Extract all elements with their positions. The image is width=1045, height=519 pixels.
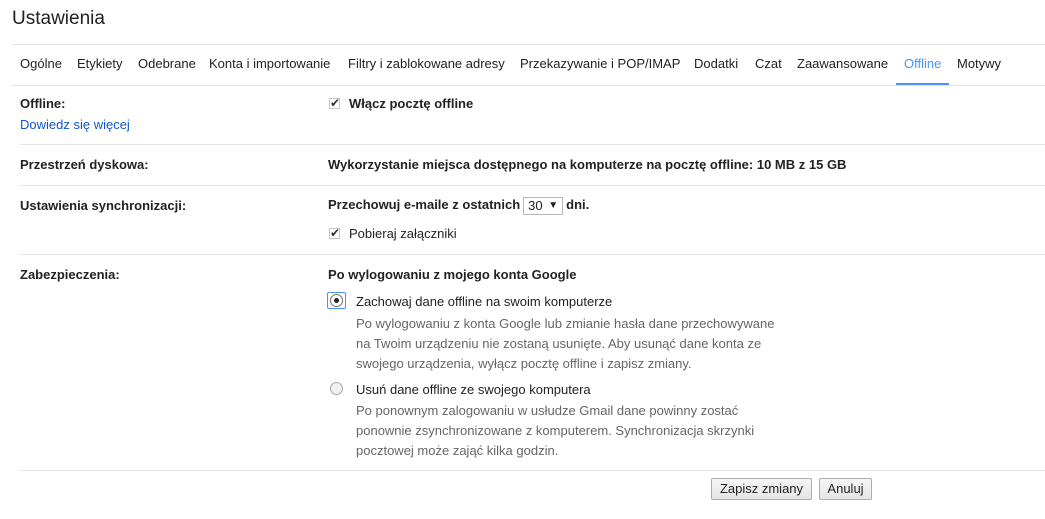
row-divider bbox=[20, 254, 1045, 255]
page-title: Ustawienia bbox=[12, 8, 105, 29]
sync-days-suffix: dni. bbox=[566, 197, 590, 212]
tab-themes[interactable]: Motywy bbox=[957, 45, 1001, 83]
tab-labels[interactable]: Etykiety bbox=[77, 45, 123, 83]
sync-days-row: Przechowuj e-maile z ostatnich 30 ▼ dni. bbox=[328, 195, 589, 215]
row-divider bbox=[20, 470, 1045, 471]
tab-offline[interactable]: Offline bbox=[896, 45, 950, 85]
remove-offline-data-radio[interactable] bbox=[330, 382, 343, 395]
description-line: Po wylogowaniu z konta Google lub zmiani… bbox=[356, 316, 775, 331]
keep-offline-data-label: Zachowaj dane offline na swoim komputerz… bbox=[356, 294, 613, 309]
security-label: Zabezpieczenia: bbox=[20, 267, 120, 282]
offline-label: Offline: bbox=[20, 96, 66, 111]
tab-general[interactable]: Ogólne bbox=[20, 45, 62, 83]
tab-addons[interactable]: Dodatki bbox=[694, 45, 738, 83]
tab-forwarding-pop-imap[interactable]: Przekazywanie i POP/IMAP bbox=[520, 45, 680, 83]
tab-accounts-import[interactable]: Konta i importowanie bbox=[209, 45, 330, 83]
keep-offline-data-description: Po wylogowaniu z konta Google lub zmiani… bbox=[356, 314, 786, 374]
attachments-checkbox[interactable]: ✔ bbox=[329, 226, 341, 240]
learn-more-link[interactable]: Dowiedz się więcej bbox=[20, 117, 130, 132]
description-line: na Twoim urządzeniu nie zostaną usunięte… bbox=[356, 336, 762, 351]
days-select[interactable]: 30 ▼ bbox=[523, 196, 564, 215]
tab-inbox[interactable]: Odebrane bbox=[138, 45, 196, 83]
row-divider bbox=[20, 185, 1045, 186]
description-line: Po ponownym zalogowaniu w usłudze Gmail … bbox=[356, 403, 739, 418]
description-line: ponownie zsynchronizowane z komputerem. … bbox=[356, 423, 755, 438]
storage-value: Wykorzystanie miejsca dostępnego na komp… bbox=[328, 157, 847, 172]
description-line: pocztowej może zająć kilka godzin. bbox=[356, 443, 559, 458]
description-line: swojego urządzenia, wyłącz pocztę offlin… bbox=[356, 356, 692, 371]
keep-offline-data-radio[interactable] bbox=[330, 294, 343, 307]
attachments-label: Pobieraj załączniki bbox=[349, 226, 457, 241]
tab-chat[interactable]: Czat bbox=[755, 45, 782, 83]
security-heading: Po wylogowaniu z mojego konta Google bbox=[328, 267, 577, 282]
checkmark-icon: ✔ bbox=[330, 226, 341, 240]
cancel-button[interactable]: Anuluj bbox=[819, 478, 872, 500]
days-select-value: 30 bbox=[528, 197, 543, 213]
remove-offline-data-label: Usuń dane offline ze swojego komputera bbox=[356, 382, 591, 397]
sync-keep-prefix: Przechowuj e-maile z ostatnich bbox=[328, 197, 521, 212]
save-button[interactable]: Zapisz zmiany bbox=[711, 478, 812, 500]
checkmark-icon: ✔ bbox=[330, 96, 341, 110]
row-divider bbox=[20, 144, 1045, 145]
storage-label: Przestrzeń dyskowa: bbox=[20, 157, 149, 172]
dropdown-arrow-icon: ▼ bbox=[548, 199, 559, 211]
sync-label: Ustawienia synchronizacji: bbox=[20, 198, 187, 213]
tab-filters-blocked[interactable]: Filtry i zablokowane adresy bbox=[348, 45, 505, 83]
remove-offline-data-description: Po ponownym zalogowaniu w usłudze Gmail … bbox=[356, 401, 786, 461]
enable-offline-checkbox[interactable]: ✔ bbox=[329, 96, 341, 110]
tab-advanced[interactable]: Zaawansowane bbox=[797, 45, 888, 83]
enable-offline-label: Włącz pocztę offline bbox=[349, 96, 474, 111]
settings-tabs: Ogólne Etykiety Odebrane Konta i importo… bbox=[12, 44, 1045, 86]
